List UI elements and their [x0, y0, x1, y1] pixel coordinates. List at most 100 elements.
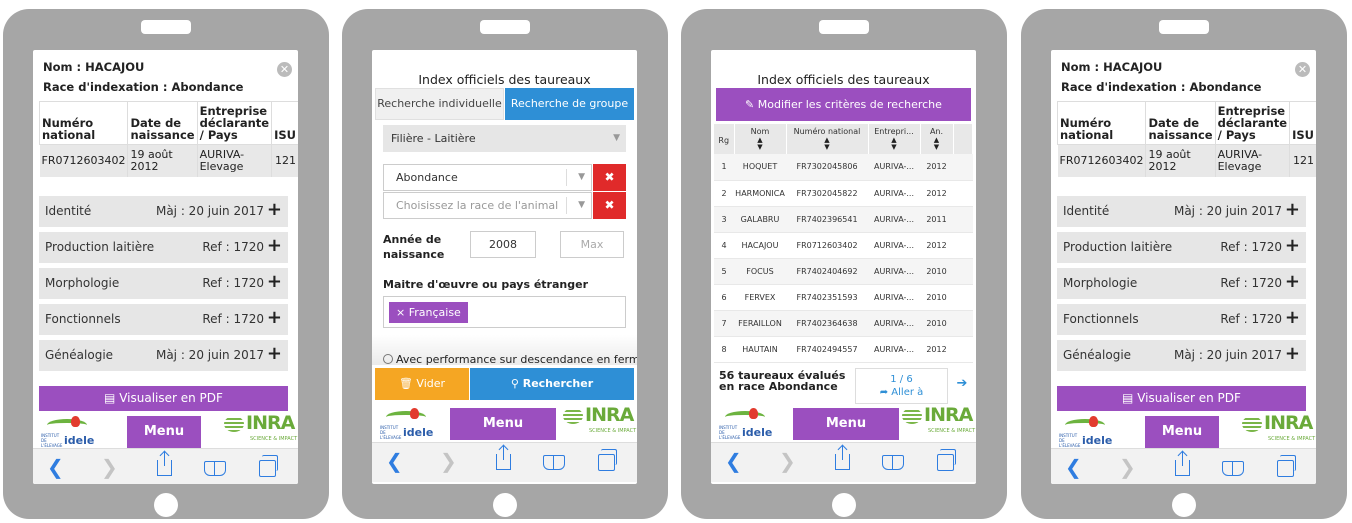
- annee-min-input[interactable]: 2008: [470, 231, 536, 258]
- section-identite[interactable]: Identité Màj : 20 juin 2017 +: [39, 196, 288, 227]
- table-row[interactable]: 7 FERAILLON FR7402364638 AURIVA-... 2010: [714, 310, 973, 337]
- sort-icon[interactable]: ▲ ▼: [787, 137, 868, 151]
- inra-logo: INRA SCIENCE & IMPACT: [224, 412, 297, 444]
- close-icon[interactable]: ×: [396, 306, 409, 319]
- col-entreprise[interactable]: Entrepri... ▲ ▼: [868, 124, 921, 154]
- plus-icon[interactable]: +: [267, 271, 282, 293]
- col-nom[interactable]: Nom ▲ ▼: [734, 124, 787, 154]
- chevron-right-icon[interactable]: ❯: [1119, 457, 1136, 477]
- chevron-right-icon[interactable]: ❯: [440, 451, 457, 471]
- section-identite[interactable]: Identité Màj : 20 juin 2017 +: [1057, 196, 1306, 227]
- perf-checkbox[interactable]: Avec performance sur descendance en ferm…: [383, 353, 637, 366]
- col-annee[interactable]: An. ▲ ▼: [920, 124, 954, 154]
- table-row[interactable]: 1 HOQUET FR7302045806 AURIVA-... 2012: [714, 154, 973, 181]
- section-morphologie[interactable]: Morphologie Ref : 1720 +: [39, 268, 288, 299]
- section-production[interactable]: Production laitière Ref : 1720 +: [1057, 232, 1306, 263]
- cell-rank: 1: [714, 154, 734, 181]
- home-button[interactable]: [1172, 493, 1196, 517]
- section-morphologie[interactable]: Morphologie Ref : 1720 +: [1057, 268, 1306, 299]
- close-icon[interactable]: ✕: [277, 62, 292, 77]
- sort-icon[interactable]: ▲ ▼: [869, 137, 920, 151]
- tabs-icon[interactable]: [598, 449, 617, 471]
- plus-icon[interactable]: +: [267, 235, 282, 257]
- pagination[interactable]: 1 / 6 ➦ Aller à: [855, 368, 948, 404]
- plus-icon[interactable]: +: [1285, 199, 1300, 221]
- plus-icon[interactable]: +: [1285, 271, 1300, 293]
- close-icon[interactable]: ✕: [1295, 62, 1310, 77]
- plus-icon[interactable]: +: [1285, 307, 1300, 329]
- share-icon[interactable]: [157, 452, 172, 476]
- race-select[interactable]: Abondance ▼: [383, 164, 592, 191]
- tab-group[interactable]: Recherche de groupe: [505, 88, 634, 120]
- book-icon[interactable]: [1222, 461, 1244, 476]
- home-button[interactable]: [832, 493, 856, 517]
- chevron-left-icon[interactable]: ❮: [386, 451, 403, 471]
- cell-date: 19 août 2012: [1145, 144, 1216, 177]
- chevron-left-icon[interactable]: ❮: [725, 451, 742, 471]
- chevron-right-icon[interactable]: ❯: [779, 451, 796, 471]
- table-row[interactable]: 5 FOCUS FR7402404692 AURIVA-... 2010: [714, 258, 973, 285]
- plus-icon[interactable]: +: [267, 199, 282, 221]
- plus-icon[interactable]: +: [1285, 343, 1300, 365]
- section-genealogie[interactable]: Généalogie Màj : 20 juin 2017 +: [39, 340, 288, 371]
- chevron-right-icon[interactable]: ❯: [101, 457, 118, 477]
- col-label: An.: [929, 127, 944, 136]
- cell-year: 2010: [920, 258, 953, 285]
- modify-criteria-button[interactable]: ✎ Modifier les critères de recherche: [716, 88, 971, 121]
- book-icon[interactable]: [543, 455, 565, 470]
- tabs-icon[interactable]: [937, 449, 956, 471]
- share-icon[interactable]: [496, 446, 511, 470]
- detail-screen: Nom : HACAJOU Race d'indexation : Abonda…: [1051, 50, 1316, 484]
- share-icon[interactable]: [835, 446, 850, 470]
- table-row[interactable]: 4 HACAJOU FR0712603402 AURIVA-... 2012: [714, 232, 973, 259]
- idele-logo: INSTITUT DE L'ÉLEVAGE idele: [41, 416, 101, 448]
- remove-race-button[interactable]: ✖: [593, 192, 626, 219]
- remove-race-button[interactable]: ✖: [593, 164, 626, 191]
- cell-company: AURIVA-...: [868, 284, 920, 311]
- table-row[interactable]: 3 GALABRU FR7402396541 AURIVA-... 2011: [714, 206, 973, 233]
- menu-button[interactable]: Menu: [450, 408, 556, 440]
- tabs-icon[interactable]: [1277, 455, 1296, 477]
- menu-button[interactable]: Menu: [127, 416, 201, 448]
- tab-individual[interactable]: Recherche individuelle: [375, 88, 504, 120]
- col-numero[interactable]: Numéro national ▲ ▼: [786, 124, 869, 154]
- book-icon[interactable]: [882, 455, 904, 470]
- cell-company: AURIVA-...: [868, 232, 920, 259]
- col-date: Date de naissance: [1145, 101, 1216, 145]
- checkbox-icon[interactable]: [383, 354, 393, 364]
- goto-label[interactable]: Aller à: [891, 387, 923, 398]
- table-row[interactable]: 8 HAUTAIN FR7402494557 AURIVA-... 2012: [714, 336, 973, 363]
- section-fonctionnels[interactable]: Fonctionnels Ref : 1720 +: [1057, 304, 1306, 335]
- pdf-button[interactable]: ▤ Visualiser en PDF: [1057, 386, 1306, 411]
- home-button[interactable]: [493, 493, 517, 517]
- filiere-select[interactable]: Filière - Laitière ▼: [383, 125, 626, 152]
- race-add-select[interactable]: Choisissez la race de l'animal ▼: [383, 192, 592, 219]
- share-icon[interactable]: [1175, 452, 1190, 476]
- section-production[interactable]: Production laitière Ref : 1720 +: [39, 232, 288, 263]
- table-row[interactable]: 2 HARMONICA FR7302045822 AURIVA-... 2012: [714, 180, 973, 207]
- cell-extra: [953, 232, 973, 259]
- search-button[interactable]: ⚲ Rechercher: [470, 368, 634, 400]
- menu-button[interactable]: Menu: [793, 408, 899, 440]
- plus-icon[interactable]: +: [267, 307, 282, 329]
- maitre-input[interactable]: × Française: [383, 296, 626, 328]
- chevron-left-icon[interactable]: ❮: [47, 457, 64, 477]
- tabs-icon[interactable]: [259, 455, 278, 477]
- maitre-tag[interactable]: × Française: [389, 302, 468, 323]
- tablet-2: Index officiels des taureaux Recherche i…: [342, 9, 668, 519]
- chevron-left-icon[interactable]: ❮: [1065, 457, 1082, 477]
- pdf-button[interactable]: ▤ Visualiser en PDF: [39, 386, 288, 411]
- menu-button[interactable]: Menu: [1145, 416, 1219, 448]
- plus-icon[interactable]: +: [267, 343, 282, 365]
- table-row[interactable]: 6 FERVEX FR7402351593 AURIVA-... 2010: [714, 284, 973, 311]
- plus-icon[interactable]: +: [1285, 235, 1300, 257]
- section-fonctionnels[interactable]: Fonctionnels Ref : 1720 +: [39, 304, 288, 335]
- next-page-icon[interactable]: ➔: [951, 368, 973, 404]
- clear-button[interactable]: 🗑 Vider: [375, 368, 469, 400]
- sort-icon[interactable]: ▲ ▼: [921, 137, 953, 151]
- sort-icon[interactable]: ▲ ▼: [735, 137, 786, 151]
- annee-max-input[interactable]: Max: [560, 231, 624, 258]
- section-genealogie[interactable]: Généalogie Màj : 20 juin 2017 +: [1057, 340, 1306, 371]
- home-button[interactable]: [154, 493, 178, 517]
- book-icon[interactable]: [204, 461, 226, 476]
